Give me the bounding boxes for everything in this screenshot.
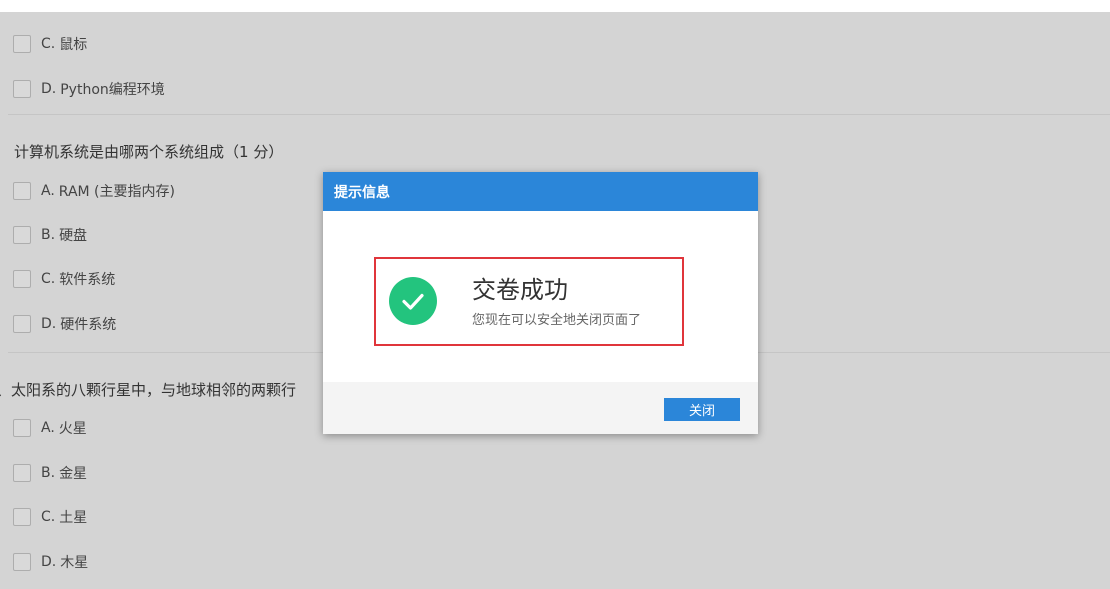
dialog-body: 交卷成功 您现在可以安全地关闭页面了 bbox=[323, 211, 758, 382]
dialog-footer: 关闭 bbox=[323, 382, 758, 434]
question-separator bbox=[8, 114, 1110, 115]
checkbox[interactable] bbox=[13, 464, 31, 482]
question-title: 计算机系统是由哪两个系统组成（1 分） bbox=[14, 143, 284, 161]
option-q3-a[interactable]: A. 火星 bbox=[13, 417, 87, 439]
checkbox[interactable] bbox=[13, 508, 31, 526]
option-q2-c[interactable]: C. 软件系统 bbox=[13, 268, 115, 290]
option-letter: A. bbox=[41, 420, 55, 436]
result-message: 您现在可以安全地关闭页面了 bbox=[472, 313, 642, 328]
option-text: 火星 bbox=[58, 421, 87, 437]
option-letter: A. bbox=[41, 183, 55, 199]
option-letter: D. bbox=[41, 81, 57, 97]
checkbox[interactable] bbox=[13, 226, 31, 244]
option-q2-d[interactable]: D. 硬件系统 bbox=[13, 313, 116, 335]
option-text: 土星 bbox=[59, 510, 88, 526]
option-text: Python编程环境 bbox=[60, 82, 165, 98]
question-title: 、太阳系的八颗行星中，与地球相邻的两颗行 bbox=[0, 381, 297, 399]
option-text: 硬件系统 bbox=[60, 317, 117, 333]
checkbox[interactable] bbox=[13, 35, 31, 53]
success-check-icon bbox=[389, 277, 437, 325]
option-text: 金星 bbox=[59, 466, 88, 482]
option-text: RAM (主要指内存) bbox=[58, 184, 175, 200]
check-mark-icon bbox=[402, 293, 424, 310]
checkbox[interactable] bbox=[13, 419, 31, 437]
checkbox[interactable] bbox=[13, 553, 31, 571]
option-text: 鼠标 bbox=[59, 37, 88, 53]
option-letter: C. bbox=[41, 36, 56, 52]
option-q1-c[interactable]: C. 鼠标 bbox=[13, 33, 87, 55]
option-letter: C. bbox=[41, 271, 56, 287]
result-title: 交卷成功 bbox=[472, 276, 568, 304]
checkbox[interactable] bbox=[13, 182, 31, 200]
option-text: 硬盘 bbox=[59, 228, 88, 244]
checkbox[interactable] bbox=[13, 315, 31, 333]
checkbox[interactable] bbox=[13, 80, 31, 98]
option-q2-a[interactable]: A. RAM (主要指内存) bbox=[13, 180, 175, 202]
option-q3-d[interactable]: D. 木星 bbox=[13, 551, 88, 573]
option-q3-c[interactable]: C. 土星 bbox=[13, 506, 87, 528]
option-q1-d[interactable]: D. Python编程环境 bbox=[13, 78, 165, 100]
option-letter: B. bbox=[41, 465, 56, 481]
option-text: 软件系统 bbox=[59, 272, 116, 288]
option-text: 木星 bbox=[60, 555, 89, 571]
option-letter: C. bbox=[41, 509, 56, 525]
option-letter: D. bbox=[41, 316, 57, 332]
option-letter: B. bbox=[41, 227, 56, 243]
option-q2-b[interactable]: B. 硬盘 bbox=[13, 224, 87, 246]
result-highlight-box: 交卷成功 您现在可以安全地关闭页面了 bbox=[374, 257, 684, 346]
exam-page: C. 鼠标 D. Python编程环境 计算机系统是由哪两个系统组成（1 分） … bbox=[0, 0, 1110, 589]
option-q3-b[interactable]: B. 金星 bbox=[13, 462, 87, 484]
option-letter: D. bbox=[41, 554, 57, 570]
submit-result-dialog: 提示信息 交卷成功 您现在可以安全地关闭页面了 关闭 bbox=[323, 172, 758, 434]
checkbox[interactable] bbox=[13, 270, 31, 288]
dialog-header: 提示信息 bbox=[323, 172, 758, 211]
dialog-title: 提示信息 bbox=[334, 184, 390, 201]
close-button[interactable]: 关闭 bbox=[664, 398, 740, 421]
